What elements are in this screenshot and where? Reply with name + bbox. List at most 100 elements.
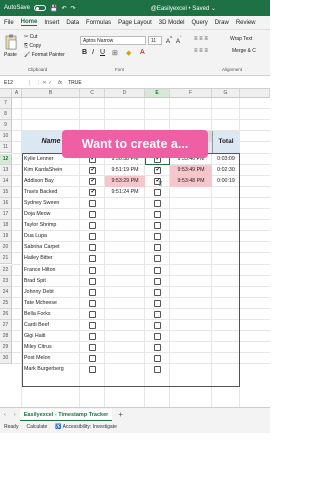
clock-out-checkbox[interactable] [154,277,161,285]
row-header-30[interactable]: 30 [0,353,12,365]
font-color-icon[interactable]: A [140,49,145,56]
clock-out-checkbox[interactable] [154,222,161,230]
font-name-select[interactable]: Aptos Narrow [80,36,146,45]
row-header-24[interactable]: 24 [0,286,12,298]
grow-font-icon[interactable]: A^ [166,36,172,45]
autosave-toggle[interactable] [34,5,47,11]
column-header-e[interactable]: E [145,89,170,98]
row-header-26[interactable]: 26 [0,308,12,320]
align-left-icon[interactable]: ≡ ≡ ≡ [194,48,208,54]
align-top-icon[interactable]: ≡ ≡ ≡ [194,36,208,42]
clock-in-checkbox[interactable] [89,355,96,363]
wrap-text-button[interactable]: Wrap Text [230,36,252,42]
column-header-c[interactable]: C [80,89,105,98]
tab-3d-model[interactable]: 3D Model [159,20,185,26]
fill-color-icon[interactable]: ◆ [126,49,131,57]
row-header-8[interactable]: 8 [0,109,12,121]
clock-out-checkbox[interactable] [154,333,161,341]
font-size-select[interactable]: 11 [148,36,162,45]
row-header-29[interactable]: 29 [0,342,12,354]
clock-in-checkbox[interactable] [89,333,96,341]
row-header-15[interactable]: 15 [0,186,12,198]
clock-in-checkbox[interactable] [89,244,96,252]
column-header-h[interactable] [240,89,270,98]
column-header-b[interactable]: B [22,89,80,98]
clock-out-checkbox[interactable] [154,266,161,274]
row-header-17[interactable]: 17 [0,209,12,221]
next-sheet-icon[interactable]: › [10,412,20,418]
cut-button[interactable]: ✂ Cut [24,34,37,40]
paste-button[interactable]: Paste [4,52,17,58]
undo-icon[interactable]: ↶ [62,5,67,12]
row-header-19[interactable]: 19 [0,231,12,243]
column-header-g[interactable]: G [212,89,240,98]
format-painter-button[interactable]: 🖌 Format Painter [24,52,65,58]
fx-icon[interactable]: fx [58,80,68,86]
copy-button[interactable]: ⎘ Copy [24,43,41,49]
tab-formulas[interactable]: Formulas [86,20,111,26]
row-header-27[interactable]: 27 [0,320,12,332]
borders-icon[interactable]: ⊞ [112,49,118,57]
clock-in-checkbox[interactable] [89,166,96,174]
redo-icon[interactable]: ↷ [71,5,76,12]
row-header-11[interactable]: 11 [0,142,12,154]
row-header-21[interactable]: 21 [0,253,12,265]
clock-out-checkbox[interactable] [154,211,161,218]
merge-center-button[interactable]: Merge & C [232,48,256,54]
row-header-7[interactable]: 7 [0,98,12,110]
row-header-14[interactable]: 14 [0,175,12,187]
row-header-13[interactable]: 13 [0,164,12,176]
row-header-16[interactable]: 16 [0,197,12,209]
formula-input[interactable]: TRUE [68,80,82,86]
row-header-12[interactable]: 12 [0,153,12,165]
italic-button[interactable]: I [92,49,94,56]
clock-out-checkbox[interactable] [154,344,161,352]
clock-in-checkbox[interactable] [89,211,96,218]
paste-icon[interactable] [4,34,18,50]
clock-out-checkbox[interactable] [154,288,161,296]
tab-insert[interactable]: Insert [44,20,59,26]
row-header-22[interactable]: 22 [0,264,12,276]
clock-out-checkbox[interactable] [154,255,161,263]
accessibility-status[interactable]: ♿ Accessibility: Investigate [55,424,117,430]
sheet-tab-active[interactable]: Easilyexcel - Timestamp Tracker [19,408,113,421]
column-header-a[interactable]: A [12,89,22,98]
row-header-28[interactable]: 28 [0,331,12,343]
bold-button[interactable]: B [82,49,87,56]
clock-in-checkbox[interactable] [89,366,96,374]
clock-in-checkbox[interactable] [89,310,96,318]
clock-out-checkbox[interactable] [154,188,161,196]
row-header-10[interactable]: 10 [0,131,12,143]
clock-in-checkbox[interactable] [89,322,96,329]
tab-file[interactable]: File [4,20,14,26]
name-box[interactable]: E12 [0,79,30,86]
status-calculate[interactable]: Calculate [26,424,47,430]
select-all-corner[interactable] [0,89,12,98]
tab-draw[interactable]: Draw [215,20,229,26]
prev-sheet-icon[interactable]: ‹ [0,412,10,418]
clock-in-checkbox[interactable] [89,255,96,263]
clock-out-checkbox[interactable] [154,166,161,174]
clock-out-checkbox[interactable] [154,199,161,207]
tab-review[interactable]: Review [236,20,256,26]
tab-page-layout[interactable]: Page Layout [118,20,152,26]
row-header-20[interactable]: 20 [0,242,12,254]
clock-in-checkbox[interactable] [89,177,96,185]
clock-in-checkbox[interactable] [89,199,96,207]
column-header-d[interactable]: D [105,89,145,98]
clock-out-checkbox[interactable] [154,299,161,307]
clock-in-checkbox[interactable] [89,222,96,230]
save-icon[interactable]: 💾 [50,5,57,12]
document-title[interactable]: @Easilyexcel • Saved ⌄ [151,5,216,12]
clock-in-checkbox[interactable] [89,344,96,352]
clock-in-checkbox[interactable] [89,277,96,285]
row-header-25[interactable]: 25 [0,297,12,309]
shrink-font-icon[interactable]: Aˇ [176,36,182,45]
clock-out-checkbox[interactable] [154,355,161,363]
clock-in-checkbox[interactable] [89,299,96,307]
clock-out-checkbox[interactable] [154,366,161,374]
clock-in-checkbox[interactable] [89,288,96,296]
row-header-23[interactable]: 23 [0,275,12,287]
underline-button[interactable]: U [100,49,105,56]
clock-out-checkbox[interactable] [154,310,161,318]
